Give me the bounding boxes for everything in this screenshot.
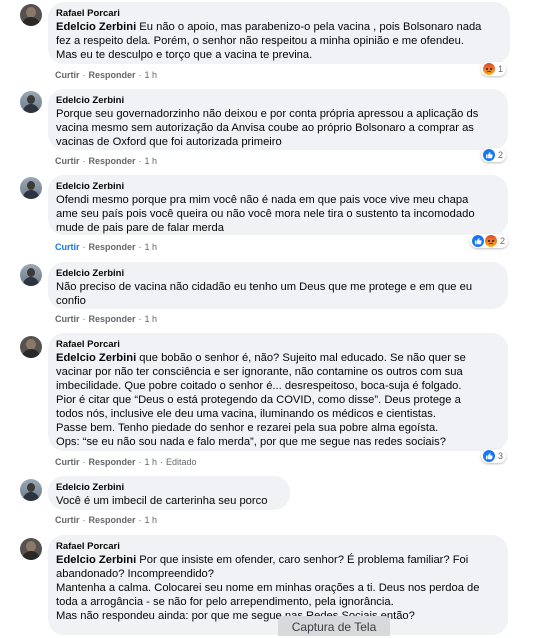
- comment-author[interactable]: Edelcio Zerbini: [56, 481, 282, 494]
- comment-author[interactable]: Rafael Porcari: [56, 338, 500, 351]
- mention-link[interactable]: Edelcio Zerbini: [56, 554, 136, 566]
- reply-button[interactable]: Responder: [89, 156, 136, 166]
- comment-actions: Curtir · Responder · 1 h: [55, 70, 158, 80]
- comment-author[interactable]: Rafael Porcari: [56, 7, 502, 20]
- reaction-summary[interactable]: 3: [481, 449, 507, 463]
- comment-actions: Curtir · Responder · 1 h: [55, 242, 158, 252]
- reaction-count: 2: [498, 150, 504, 160]
- comment-actions: Curtir · Responder · 1 h · Editado: [55, 457, 197, 467]
- like-icon: [483, 450, 495, 462]
- reply-button[interactable]: Responder: [89, 70, 136, 80]
- comment-author[interactable]: Edelcio Zerbini: [56, 94, 500, 107]
- comment-time[interactable]: 1 h: [145, 314, 158, 324]
- reaction-summary[interactable]: 2: [470, 234, 509, 248]
- comment-author[interactable]: Rafael Porcari: [56, 540, 500, 553]
- reply-button[interactable]: Responder: [89, 515, 136, 525]
- like-icon: [483, 149, 495, 161]
- like-button[interactable]: Curtir: [55, 314, 80, 324]
- comment-bubble: Edelcio Zerbini Ofendi mesmo porque pra …: [48, 175, 508, 235]
- like-icon: [472, 235, 484, 247]
- comment-time[interactable]: 1 h: [145, 515, 158, 525]
- comment-author[interactable]: Edelcio Zerbini: [56, 267, 500, 280]
- angry-icon: [483, 63, 495, 75]
- reply-button[interactable]: Responder: [89, 314, 136, 324]
- like-button[interactable]: Curtir: [55, 70, 80, 80]
- avatar[interactable]: [20, 4, 42, 26]
- avatar[interactable]: [20, 264, 42, 286]
- comment-time[interactable]: 1 h: [145, 156, 158, 166]
- comment-text: Você é um imbecil de carterinha seu porc…: [56, 495, 268, 507]
- screenshot-toast[interactable]: Captura de Tela: [278, 616, 390, 636]
- reaction-count: 2: [500, 236, 506, 246]
- like-button[interactable]: Curtir: [55, 242, 80, 252]
- reply-button[interactable]: Responder: [89, 457, 136, 467]
- comment-actions: Curtir · Responder · 1 h: [55, 515, 158, 525]
- avatar[interactable]: [20, 538, 42, 560]
- angry-icon: [485, 235, 497, 247]
- comment-text: Não preciso de vacina não cidadão eu ten…: [56, 281, 473, 307]
- comment-text: Edelcio Zerbini Por que insiste em ofend…: [56, 554, 480, 622]
- mention-link[interactable]: Edelcio Zerbini: [56, 21, 136, 33]
- comment-bubble: Rafael Porcari Edelcio Zerbini que bobão…: [48, 333, 508, 451]
- comment-bubble: Edelcio Zerbini Não preciso de vacina nã…: [48, 262, 508, 309]
- reply-button[interactable]: Responder: [89, 242, 136, 252]
- like-button[interactable]: Curtir: [55, 156, 80, 166]
- comment-text: Edelcio Zerbini que bobão o senhor é, nã…: [56, 352, 466, 448]
- comment-time[interactable]: 1 h: [145, 457, 158, 467]
- reaction-summary[interactable]: 2: [481, 148, 507, 162]
- comment-actions: Curtir · Responder · 1 h: [55, 156, 158, 166]
- avatar[interactable]: [20, 177, 42, 199]
- like-button[interactable]: Curtir: [55, 515, 80, 525]
- comment-time[interactable]: 1 h: [145, 70, 158, 80]
- avatar[interactable]: [20, 479, 42, 501]
- comment-text: Ofendi mesmo porque pra mim você não é n…: [56, 194, 475, 234]
- reaction-summary[interactable]: 1: [481, 62, 507, 76]
- reaction-count: 3: [498, 451, 504, 461]
- comment-bubble: Edelcio Zerbini Você é um imbecil de car…: [48, 476, 290, 510]
- comment-time[interactable]: 1 h: [145, 242, 158, 252]
- comment-bubble: Rafael Porcari Edelcio Zerbini Eu não o …: [48, 2, 510, 64]
- comment-author[interactable]: Edelcio Zerbini: [56, 180, 500, 193]
- like-button[interactable]: Curtir: [55, 457, 80, 467]
- edited-label[interactable]: Editado: [166, 457, 197, 467]
- avatar[interactable]: [20, 336, 42, 358]
- mention-link[interactable]: Edelcio Zerbini: [56, 352, 136, 364]
- comment-text: Porque seu governadorzinho não deixou e …: [56, 108, 479, 148]
- comment-actions: Curtir · Responder · 1 h: [55, 314, 158, 324]
- avatar[interactable]: [20, 91, 42, 113]
- comment-text: Edelcio Zerbini Eu não o apoio, mas para…: [56, 21, 482, 61]
- comment-bubble: Edelcio Zerbini Porque seu governadorzin…: [48, 89, 508, 150]
- reaction-count: 1: [498, 64, 504, 74]
